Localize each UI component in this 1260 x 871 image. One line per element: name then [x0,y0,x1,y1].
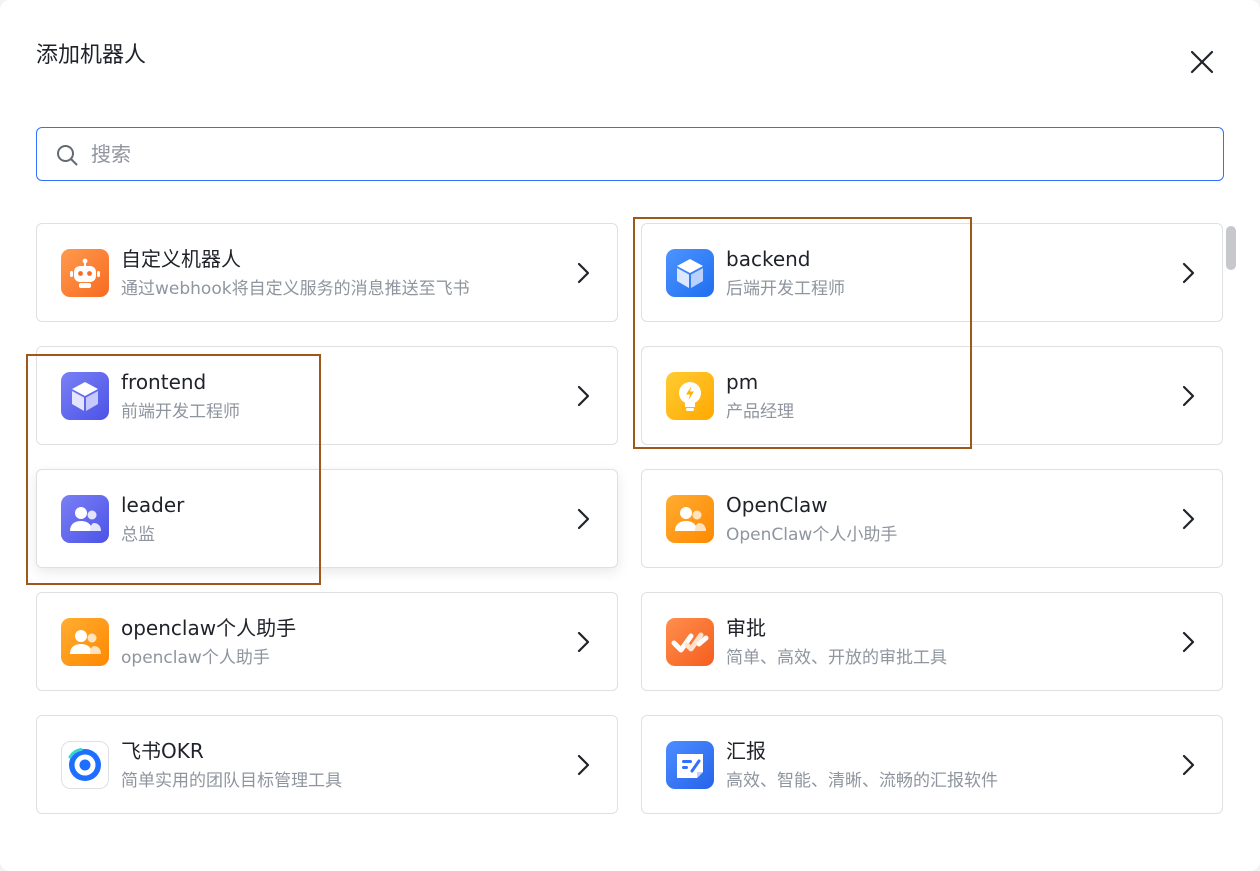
bot-card-pm[interactable]: pm 产品经理 [641,346,1223,445]
chevron-right-icon [1182,508,1195,530]
bot-card-approval[interactable]: 审批 简单、高效、开放的审批工具 [641,592,1223,691]
bot-name: openclaw个人助手 [121,616,297,640]
search-box[interactable] [36,127,1224,181]
bot-card-frontend[interactable]: frontend 前端开发工程师 [36,346,618,445]
bot-name: pm [726,370,759,394]
bot-desc: OpenClaw个人小助手 [726,525,898,545]
bot-card-leader[interactable]: leader 总监 [36,469,618,568]
bot-name: 自定义机器人 [121,247,241,271]
chevron-right-icon [1182,631,1195,653]
dialog-title: 添加机器人 [36,43,147,68]
close-icon [1190,50,1214,74]
bot-name: leader [121,493,185,517]
lightbulb-icon [666,372,714,420]
robot-icon [61,249,109,297]
chevron-right-icon [577,385,590,407]
bot-card-okr[interactable]: 飞书OKR 简单实用的团队目标管理工具 [36,715,618,814]
chevron-right-icon [577,508,590,530]
bot-card-openclaw-assistant[interactable]: openclaw个人助手 openclaw个人助手 [36,592,618,691]
bot-desc: 总监 [121,525,155,545]
bot-name: backend [726,247,811,271]
bot-desc: 高效、智能、清晰、流畅的汇报软件 [726,771,998,791]
bot-card-openclaw[interactable]: OpenClaw OpenClaw个人小助手 [641,469,1223,568]
bot-name: 飞书OKR [121,739,204,763]
scrollbar-thumb[interactable] [1226,226,1236,270]
okr-target-icon [61,741,109,789]
people-icon [61,618,109,666]
bot-name: frontend [121,370,207,394]
approval-icon [666,618,714,666]
chevron-right-icon [577,754,590,776]
bot-desc: 简单、高效、开放的审批工具 [726,648,947,668]
chevron-right-icon [1182,262,1195,284]
cube-icon [666,249,714,297]
people-icon [61,495,109,543]
bot-desc: openclaw个人助手 [121,648,270,668]
bot-desc: 后端开发工程师 [726,279,845,299]
search-input[interactable] [91,128,1211,180]
bot-card-report[interactable]: 汇报 高效、智能、清晰、流畅的汇报软件 [641,715,1223,814]
bot-name: 审批 [726,616,766,640]
bot-desc: 产品经理 [726,402,794,422]
report-icon [666,741,714,789]
close-button[interactable] [1186,46,1218,78]
chevron-right-icon [1182,754,1195,776]
chevron-right-icon [1182,385,1195,407]
people-icon [666,495,714,543]
bot-card-backend[interactable]: backend 后端开发工程师 [641,223,1223,322]
search-icon [57,145,78,166]
add-bot-dialog: 添加机器人 自定义机器人 [0,0,1260,871]
chevron-right-icon [577,631,590,653]
bot-card-custom[interactable]: 自定义机器人 通过webhook将自定义服务的消息推送至飞书 [36,223,618,322]
cube-icon [61,372,109,420]
bot-name: OpenClaw [726,493,828,517]
bot-desc: 简单实用的团队目标管理工具 [121,771,342,791]
chevron-right-icon [577,262,590,284]
bot-name: 汇报 [726,739,766,763]
bot-desc: 通过webhook将自定义服务的消息推送至飞书 [121,279,470,299]
bot-desc: 前端开发工程师 [121,402,240,422]
